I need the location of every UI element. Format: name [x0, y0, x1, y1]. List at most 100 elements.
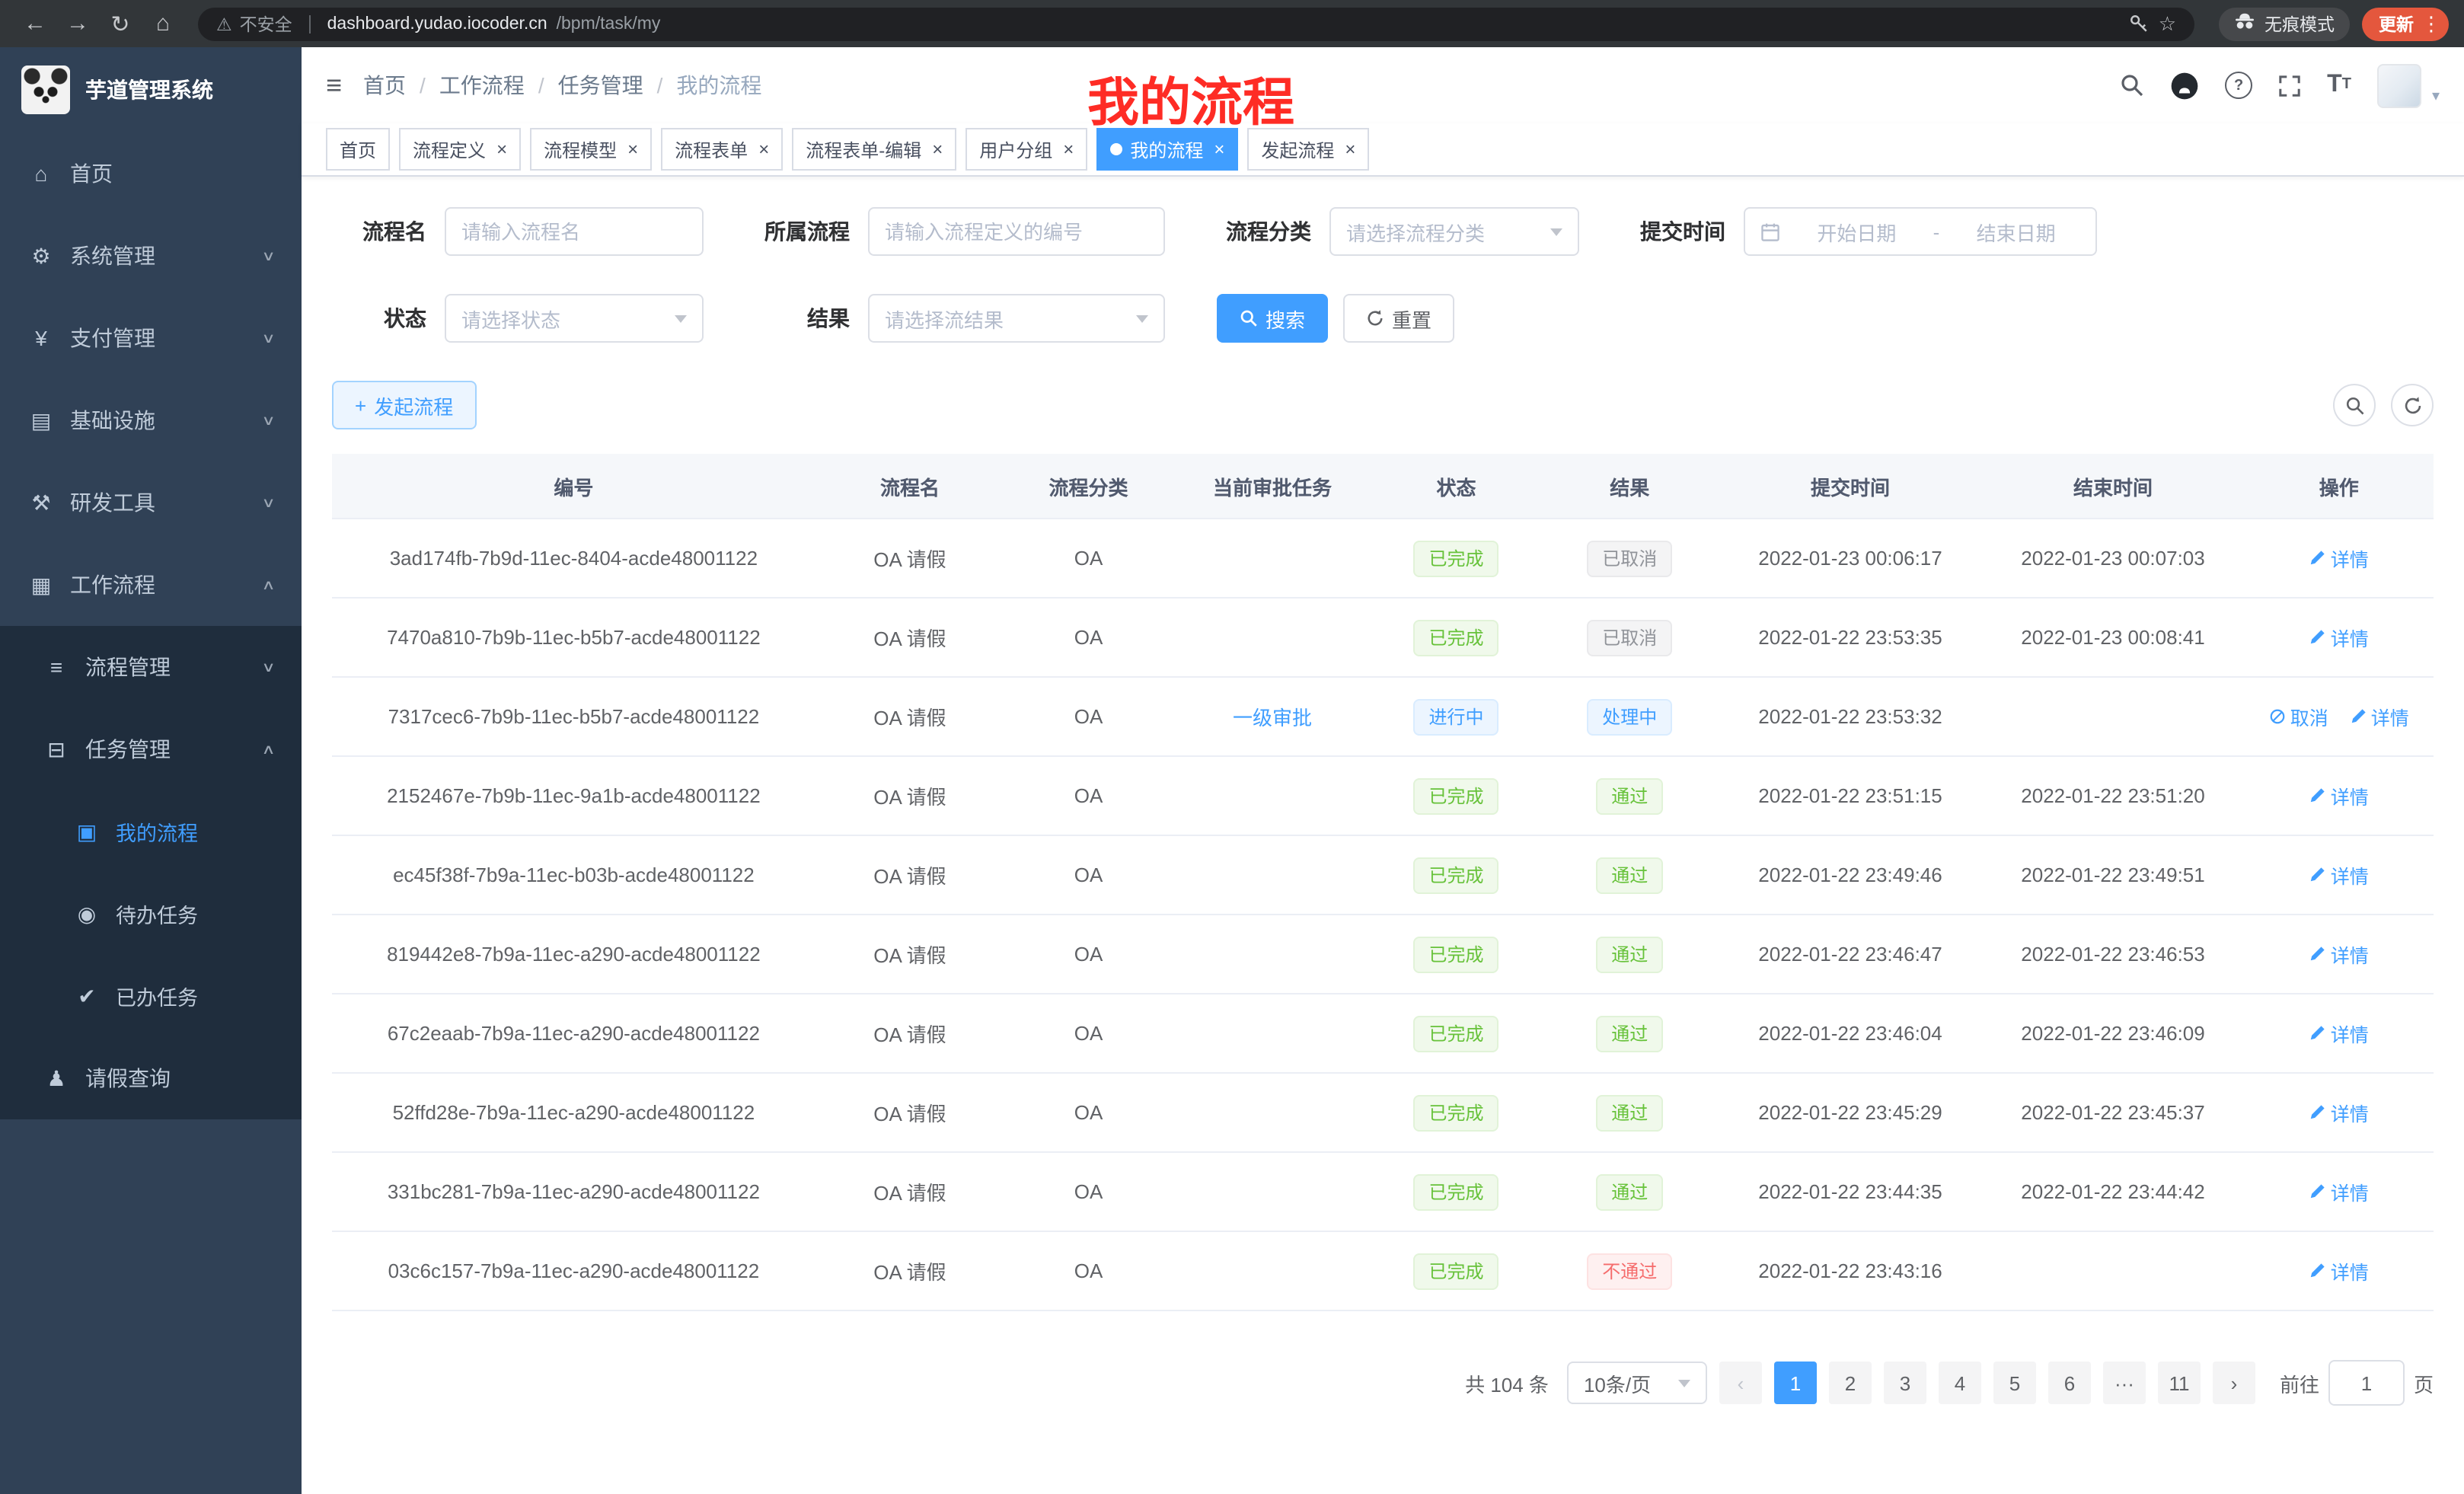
update-button[interactable]: 更新 ⋮ [2362, 7, 2449, 40]
close-icon[interactable]: × [932, 139, 943, 160]
tab-home[interactable]: 首页 [326, 128, 390, 171]
detail-button[interactable]: 详情 [2309, 940, 2369, 969]
fullscreen-icon[interactable] [2278, 74, 2301, 97]
close-icon[interactable]: × [1214, 139, 1224, 160]
detail-button[interactable]: 详情 [2309, 623, 2369, 652]
sidebar-item-workflow[interactable]: ▦工作流程∧ [0, 544, 302, 626]
search-icon[interactable] [2120, 73, 2144, 97]
avatar[interactable] [2377, 63, 2421, 107]
tab-process-form[interactable]: 流程表单× [661, 128, 783, 171]
page-button[interactable]: 3 [1884, 1362, 1926, 1404]
incognito-badge[interactable]: 无痕模式 [2219, 7, 2350, 40]
goto-page-input[interactable] [2328, 1360, 2405, 1406]
close-icon[interactable]: × [1063, 139, 1074, 160]
sidebar-item-todo-tasks[interactable]: ◉待办任务 [0, 873, 302, 955]
font-size-icon[interactable]: TT [2327, 73, 2351, 97]
sidebar-item-dev-tools[interactable]: ⚒研发工具∨ [0, 461, 302, 544]
sidebar-item-label: 研发工具 [70, 487, 249, 518]
sidebar-item-infrastructure[interactable]: ▤基础设施∨ [0, 379, 302, 461]
cell-submit-time: 2022-01-22 23:44:35 [1719, 1152, 1982, 1231]
cell-actions: 详情 [2245, 1231, 2434, 1310]
process-definition-input-field[interactable] [885, 220, 1148, 243]
process-name-input[interactable] [445, 207, 704, 256]
detail-button[interactable]: 详情 [2309, 544, 2369, 573]
detail-button[interactable]: 详情 [2309, 1177, 2369, 1206]
page-button[interactable]: 1 [1774, 1362, 1817, 1404]
tab-user-group[interactable]: 用户分组× [965, 128, 1087, 171]
detail-button[interactable]: 详情 [2309, 1098, 2369, 1127]
close-icon[interactable]: × [1345, 139, 1355, 160]
current-task-link[interactable]: 一级审批 [1233, 707, 1312, 729]
menu-kebab-icon[interactable]: ⋮ [2421, 11, 2441, 36]
breadcrumb-item[interactable]: 任务管理 [558, 70, 643, 101]
bookmark-star-icon[interactable]: ☆ [2159, 11, 2176, 36]
process-name-input-field[interactable] [461, 220, 687, 243]
cell-status: 已完成 [1372, 1231, 1540, 1310]
chevron-down-icon[interactable]: ▾ [2432, 88, 2440, 104]
breadcrumb-item[interactable]: 工作流程 [439, 70, 525, 101]
pager-more-button[interactable]: ··· [2103, 1362, 2146, 1404]
process-category-select[interactable]: 请选择流程分类 [1329, 207, 1579, 256]
date-range-picker[interactable]: 开始日期 - 结束日期 [1744, 207, 2097, 256]
select-placeholder: 请选择流结果 [885, 304, 1127, 333]
sidebar-collapse-icon[interactable]: ≡ [326, 69, 339, 101]
address-bar[interactable]: ⚠ 不安全 dashboard.yudao.iocoder.cn /bpm/ta… [198, 7, 2194, 40]
search-button[interactable]: 搜索 [1217, 294, 1328, 343]
chevron-down-icon: ∨ [262, 659, 276, 675]
page-size-select[interactable]: 10条/页 [1567, 1362, 1707, 1404]
cell-process-name: OA 请假 [815, 1073, 1004, 1152]
app-logo[interactable]: 芋道管理系统 [0, 47, 302, 132]
reload-icon[interactable]: ↻ [101, 5, 140, 42]
detail-button[interactable]: 详情 [2350, 702, 2409, 731]
tab-process-form-edit[interactable]: 流程表单-编辑× [792, 128, 956, 171]
cancel-button[interactable]: 取消 [2269, 702, 2328, 731]
detail-button[interactable]: 详情 [2309, 781, 2369, 810]
close-icon[interactable]: × [758, 139, 769, 160]
detail-button[interactable]: 详情 [2309, 1256, 2369, 1285]
page-button[interactable]: 5 [1993, 1362, 2036, 1404]
sidebar-item-payment-management[interactable]: ¥支付管理∨ [0, 297, 302, 379]
prev-page-button[interactable]: ‹ [1719, 1362, 1762, 1404]
tab-process-definition[interactable]: 流程定义× [399, 128, 521, 171]
page-button[interactable]: 6 [2048, 1362, 2091, 1404]
sidebar-item-done-tasks[interactable]: ✔已办任务 [0, 955, 302, 1037]
security-warning[interactable]: ⚠ 不安全 [216, 11, 292, 36]
sidebar-item-leave-query[interactable]: ♟请假查询 [0, 1037, 302, 1119]
forward-icon[interactable]: → [58, 5, 97, 42]
cell-process-name: OA 请假 [815, 1231, 1004, 1310]
toggle-search-icon[interactable] [2333, 384, 2376, 426]
home-icon[interactable]: ⌂ [143, 5, 183, 42]
github-icon[interactable] [2170, 71, 2199, 100]
start-process-button[interactable]: + 发起流程 [332, 381, 476, 429]
breadcrumb-item[interactable]: 首页 [363, 70, 406, 101]
action-label: 详情 [2331, 940, 2369, 969]
sidebar-item-task-management[interactable]: ⊟任务管理∧ [0, 708, 302, 790]
page-button[interactable]: 11 [2158, 1362, 2201, 1404]
edit-icon [2309, 1263, 2326, 1279]
action-label: 详情 [2331, 781, 2369, 810]
page-button[interactable]: 4 [1939, 1362, 1981, 1404]
close-icon[interactable]: × [496, 139, 507, 160]
cell-result: 通过 [1540, 756, 1719, 835]
tab-process-model[interactable]: 流程模型× [530, 128, 652, 171]
detail-button[interactable]: 详情 [2309, 860, 2369, 889]
key-icon[interactable] [2130, 14, 2150, 34]
refresh-icon[interactable] [2391, 384, 2434, 426]
detail-button[interactable]: 详情 [2309, 1019, 2369, 1048]
success-tag: 已完成 [1414, 1015, 1499, 1052]
next-page-button[interactable]: › [2213, 1362, 2255, 1404]
sidebar-item-my-process[interactable]: ▣我的流程 [0, 790, 302, 873]
cell-end-time [1982, 1231, 2245, 1310]
sidebar-item-process-management[interactable]: ≡流程管理∨ [0, 626, 302, 708]
sidebar-item-home[interactable]: ⌂首页 [0, 132, 302, 215]
process-definition-input[interactable] [868, 207, 1165, 256]
close-icon[interactable]: × [627, 139, 638, 160]
page-button[interactable]: 2 [1829, 1362, 1872, 1404]
status-select[interactable]: 请选择状态 [445, 294, 704, 343]
tab-label: 我的流程 [1130, 136, 1203, 162]
sidebar-item-system-management[interactable]: ⚙系统管理∨ [0, 215, 302, 297]
back-icon[interactable]: ← [15, 5, 55, 42]
result-select[interactable]: 请选择流结果 [868, 294, 1165, 343]
reset-button[interactable]: 重置 [1343, 294, 1454, 343]
help-icon[interactable]: ? [2225, 72, 2252, 99]
